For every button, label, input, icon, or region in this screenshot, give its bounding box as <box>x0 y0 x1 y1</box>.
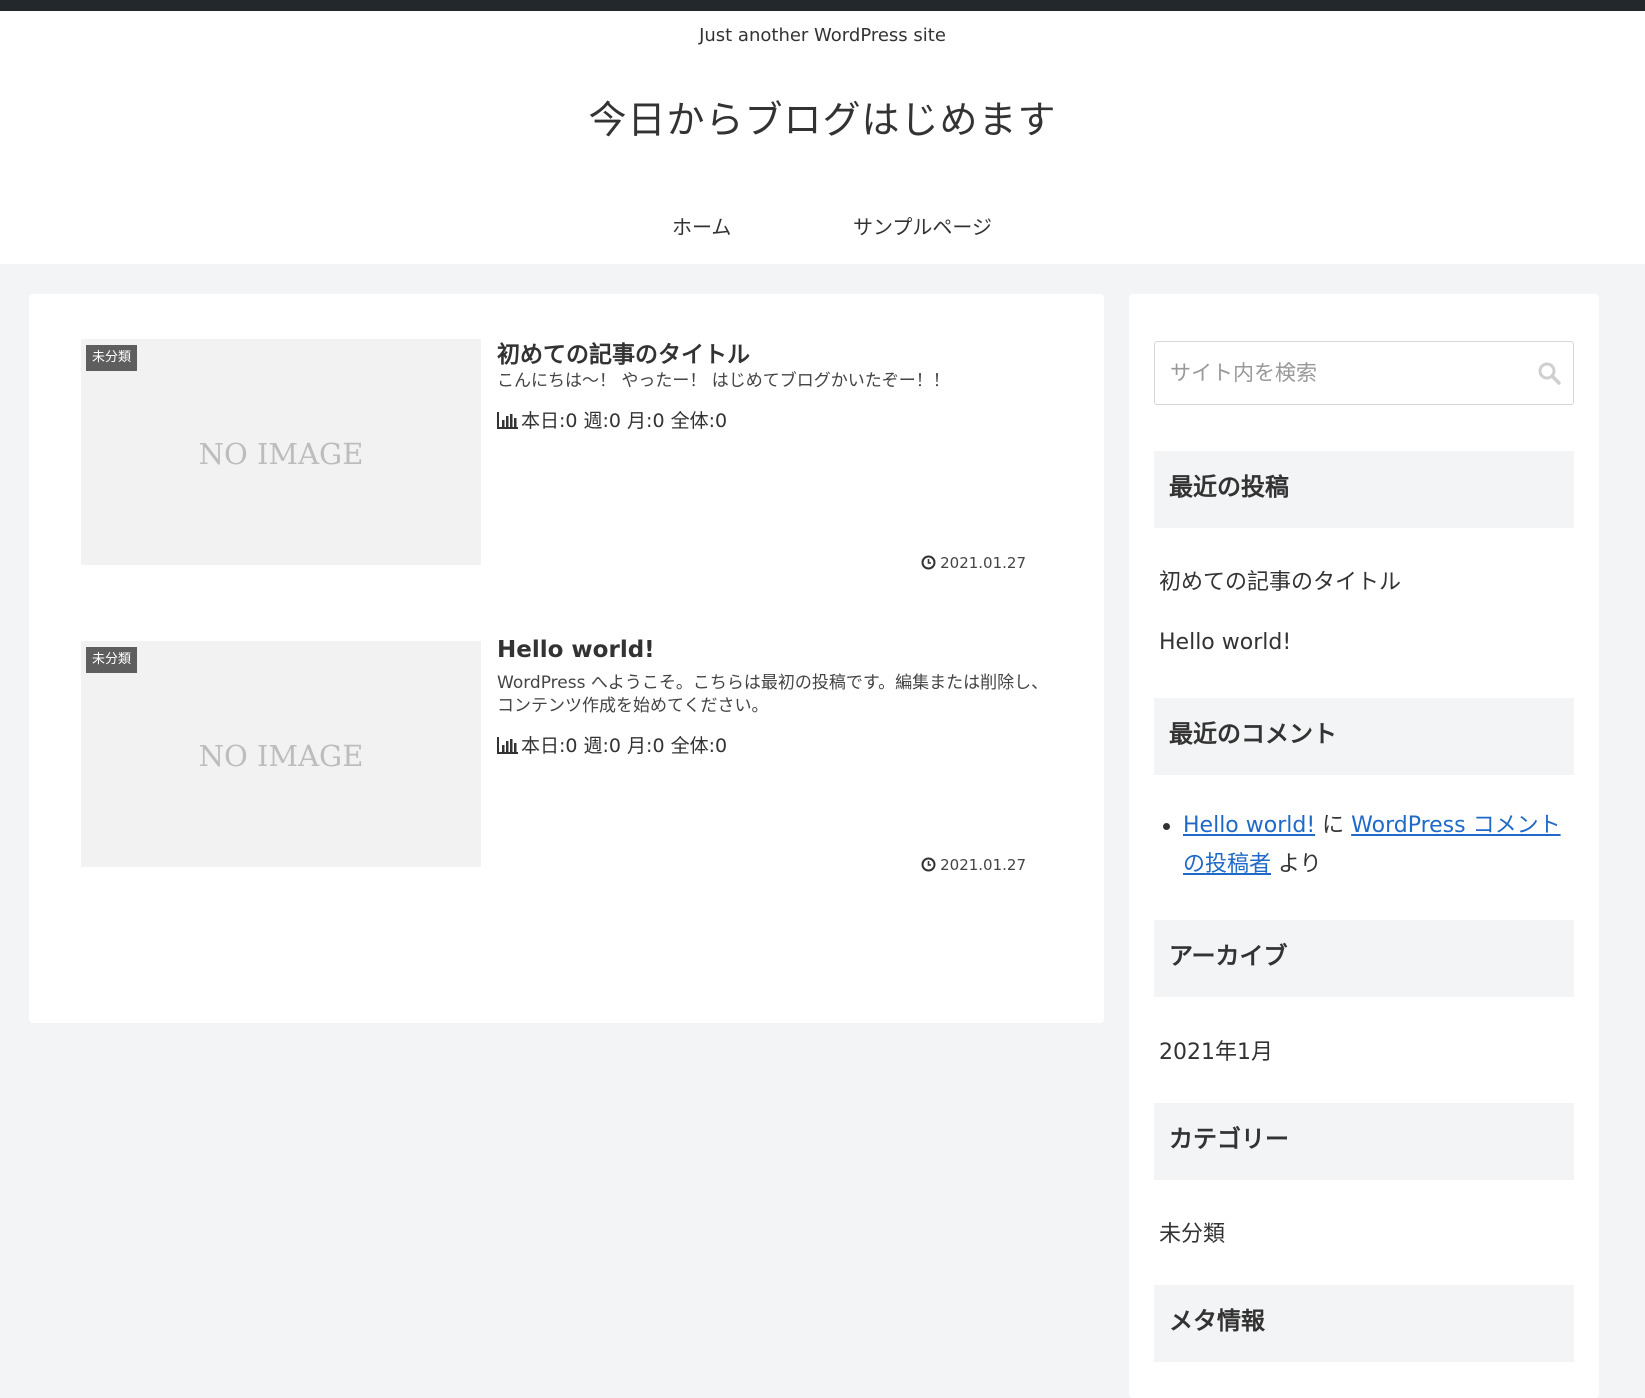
bar-chart-icon <box>497 411 519 434</box>
recent-comment-item: Hello world! に WordPress コメントの投稿者 より <box>1163 806 1563 884</box>
post-stats: 本日:0 週:0 月:0 全体:0 <box>497 406 727 434</box>
category-badge: 未分類 <box>86 647 138 673</box>
category-badge: 未分類 <box>86 345 138 371</box>
post-list: NO IMAGE 未分類 初めての記事のタイトル こんにちは〜！ やったー！ は… <box>29 294 1104 1023</box>
comment-post-link[interactable]: Hello world! <box>1183 813 1315 838</box>
search-input[interactable] <box>1156 343 1526 403</box>
admin-bar <box>0 0 1645 11</box>
no-image-text: NO IMAGE <box>198 739 364 773</box>
categories-heading: カテゴリー <box>1154 1103 1574 1180</box>
post-date: 2021.01.27 <box>921 554 1026 574</box>
clock-icon <box>921 857 936 876</box>
meta-heading: メタ情報 <box>1154 1285 1574 1362</box>
sidebar: 最近の投稿 初めての記事のタイトル Hello world! 最近のコメント H… <box>1129 294 1599 1398</box>
post-title[interactable]: Hello world! <box>497 637 655 663</box>
post-thumbnail[interactable]: NO IMAGE 未分類 <box>81 339 481 565</box>
post-stats: 本日:0 週:0 月:0 全体:0 <box>497 731 727 759</box>
post-title[interactable]: 初めての記事のタイトル <box>497 335 750 369</box>
post-date: 2021.01.27 <box>921 856 1026 876</box>
site-header: Just another WordPress site 今日からブログはじめます… <box>0 11 1645 264</box>
nav-item-home[interactable]: ホーム <box>672 211 731 240</box>
nav-item-sample-page[interactable]: サンプルページ <box>853 211 992 240</box>
comment-connector: に <box>1315 813 1352 838</box>
clock-icon <box>921 555 936 574</box>
main-nav: ホーム サンプルページ <box>0 211 1645 251</box>
bar-chart-icon <box>497 736 519 759</box>
post-card[interactable]: NO IMAGE 未分類 Hello world! WordPress へようこ… <box>81 637 1056 874</box>
post-thumbnail[interactable]: NO IMAGE 未分類 <box>81 641 481 867</box>
post-date-text: 2021.01.27 <box>940 856 1026 874</box>
recent-post-link[interactable]: Hello world! <box>1159 630 1291 655</box>
recent-comments-heading: 最近のコメント <box>1154 698 1574 775</box>
recent-posts-heading: 最近の投稿 <box>1154 451 1574 528</box>
post-excerpt: WordPress へようこそ。こちらは最初の投稿です。編集または削除し、コンテ… <box>497 673 1049 716</box>
site-title[interactable]: 今日からブログはじめます <box>0 89 1645 144</box>
post-date-text: 2021.01.27 <box>940 554 1026 572</box>
category-link[interactable]: 未分類 <box>1159 1216 1225 1248</box>
search-box <box>1154 341 1574 405</box>
recent-post-link[interactable]: 初めての記事のタイトル <box>1159 564 1401 596</box>
search-icon[interactable] <box>1537 361 1561 389</box>
post-card[interactable]: NO IMAGE 未分類 初めての記事のタイトル こんにちは〜！ やったー！ は… <box>81 339 1056 572</box>
archives-heading: アーカイブ <box>1154 920 1574 997</box>
archive-link[interactable]: 2021年1月 <box>1159 1034 1273 1066</box>
post-excerpt: こんにちは〜！ やったー！ はじめてブログかいたぞー！！ <box>497 371 950 391</box>
comment-suffix: より <box>1271 852 1322 877</box>
post-body: 初めての記事のタイトル こんにちは〜！ やったー！ はじめてブログかいたぞー！！… <box>497 339 1056 572</box>
no-image-text: NO IMAGE <box>198 437 364 471</box>
site-tagline: Just another WordPress site <box>699 25 946 46</box>
post-stats-text: 本日:0 週:0 月:0 全体:0 <box>521 410 728 432</box>
post-body: Hello world! WordPress へようこそ。こちらは最初の投稿です… <box>497 637 1056 874</box>
list-bullet <box>1163 823 1170 830</box>
post-stats-text: 本日:0 週:0 月:0 全体:0 <box>521 735 728 757</box>
